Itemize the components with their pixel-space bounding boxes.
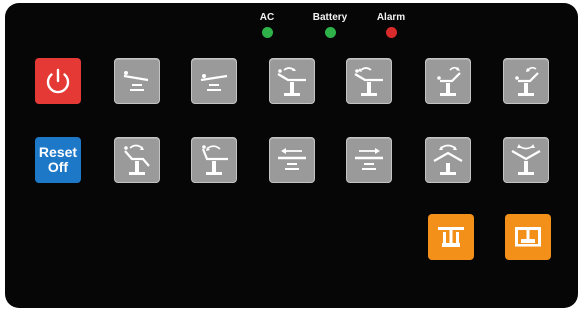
reset-off-label: Reset Off: [38, 144, 78, 175]
control-panel: AC Battery Alarm Reset Off: [5, 3, 578, 308]
reflex-button[interactable]: [503, 137, 549, 183]
back-section-up-icon: [277, 67, 306, 96]
slide-to-head-icon: [278, 148, 306, 170]
lock-floor-icon: [438, 227, 464, 247]
chair-position-icon: [124, 144, 150, 175]
flat-position-button[interactable]: [191, 137, 237, 183]
reflex-icon: [511, 144, 541, 175]
alarm-indicator: Alarm: [361, 12, 421, 38]
reverse-trendelenburg-icon: [200, 74, 228, 91]
power-button[interactable]: [35, 58, 81, 104]
ac-led-icon: [261, 27, 273, 38]
flex-button[interactable]: [425, 137, 471, 183]
trendelenburg-icon: [123, 71, 149, 91]
reverse-trendelenburg-button[interactable]: [191, 58, 237, 104]
battery-indicator: Battery: [300, 12, 360, 38]
slide-to-foot-icon: [355, 148, 383, 170]
ac-indicator: AC: [237, 12, 297, 38]
leg-section-up-button[interactable]: [425, 58, 471, 104]
alarm-label: Alarm: [376, 12, 406, 23]
battery-led-icon: [324, 27, 336, 38]
back-section-down-button[interactable]: [346, 58, 392, 104]
ac-label: AC: [259, 12, 275, 23]
power-icon: [46, 68, 70, 94]
battery-label: Battery: [312, 12, 348, 23]
leg-section-up-icon: [437, 66, 461, 96]
flex-icon: [433, 144, 463, 175]
unlock-floor-button[interactable]: [505, 214, 551, 260]
back-section-down-icon: [354, 67, 383, 96]
lock-floor-button[interactable]: [428, 214, 474, 260]
unlock-floor-icon: [515, 227, 541, 247]
back-section-up-button[interactable]: [269, 58, 315, 104]
trendelenburg-button[interactable]: [114, 58, 160, 104]
flat-position-icon: [201, 145, 228, 175]
leg-section-down-icon: [515, 66, 539, 96]
chair-position-button[interactable]: [114, 137, 160, 183]
slide-to-foot-button[interactable]: [346, 137, 392, 183]
slide-to-head-button[interactable]: [269, 137, 315, 183]
leg-section-down-button[interactable]: [503, 58, 549, 104]
alarm-led-icon: [385, 27, 397, 38]
reset-off-button[interactable]: Reset Off: [35, 137, 81, 183]
